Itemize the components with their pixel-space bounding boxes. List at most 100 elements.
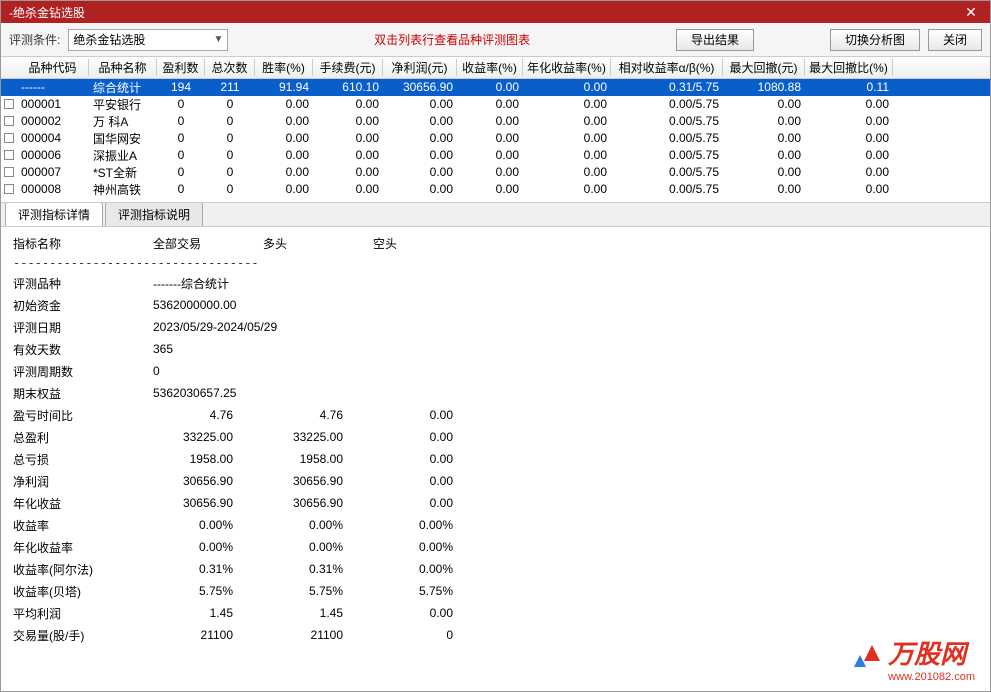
cell-maxddr: 0.00 xyxy=(805,131,893,145)
table-row[interactable]: 000001平安银行000.000.000.000.000.000.00/5.7… xyxy=(1,96,990,113)
dr-v3: 0.00% xyxy=(373,562,483,576)
cell-maxddr: 0.00 xyxy=(805,165,893,179)
dr-v1: 0.00% xyxy=(153,540,263,554)
table-body[interactable]: ------综合统计19421191.94610.1030656.900.000… xyxy=(1,79,990,203)
row-checkbox[interactable] xyxy=(1,99,17,109)
detail-row: 评测周期数0 xyxy=(13,360,978,382)
cell-maxddr: 0.11 xyxy=(805,80,893,94)
th-yield[interactable]: 收益率(%) xyxy=(457,59,523,76)
switch-chart-button[interactable]: 切换分析图 xyxy=(830,29,920,51)
window-close-button[interactable]: ✕ xyxy=(956,3,986,21)
th-maxdd[interactable]: 最大回撤(元) xyxy=(723,59,805,76)
tab-explain[interactable]: 评测指标说明 xyxy=(105,202,203,226)
detail-row: 期末权益5362030657.25 xyxy=(13,382,978,404)
table-row[interactable]: 000007*ST全新000.000.000.000.000.000.00/5.… xyxy=(1,164,990,181)
detail-row: 收益率(阿尔法)0.31%0.31%0.00% xyxy=(13,558,978,580)
detail-row: 有效天数365 xyxy=(13,338,978,360)
logo-arrows-icon xyxy=(852,643,884,675)
dr-v3: 0.00 xyxy=(373,452,483,466)
detail-row: 总盈利33225.0033225.000.00 xyxy=(13,426,978,448)
cell-profit: 30656.90 xyxy=(383,80,457,94)
export-button[interactable]: 导出结果 xyxy=(676,29,754,51)
th-ab[interactable]: 相对收益率α/β(%) xyxy=(611,59,723,76)
cell-profit: 0.00 xyxy=(383,97,457,111)
dr-label: 有效天数 xyxy=(13,341,153,358)
hint-text: 双击列表行查看品种评测图表 xyxy=(374,31,530,48)
th-code[interactable]: 品种代码 xyxy=(17,59,89,76)
cell-fee: 610.10 xyxy=(313,80,383,94)
cell-total: 211 xyxy=(205,80,255,94)
cell-code: 000002 xyxy=(17,114,89,128)
row-checkbox[interactable] xyxy=(1,116,17,126)
cell-ab: 0.00/5.75 xyxy=(611,148,723,162)
dr-value: 5362030657.25 xyxy=(153,386,373,400)
dr-label: 评测品种 xyxy=(13,275,153,292)
row-checkbox[interactable] xyxy=(1,167,17,177)
dr-label: 收益率 xyxy=(13,517,153,534)
cell-rate: 0.00 xyxy=(255,165,313,179)
th-maxddr[interactable]: 最大回撤比(%) xyxy=(805,59,893,76)
th-win[interactable]: 盈利数 xyxy=(157,59,205,76)
close-button[interactable]: 关闭 xyxy=(928,29,982,51)
dr-v2: 0.00% xyxy=(263,518,373,532)
row-checkbox[interactable] xyxy=(1,150,17,160)
table-row[interactable]: 000008神州高铁000.000.000.000.000.000.00/5.7… xyxy=(1,181,990,198)
cell-maxdd: 0.00 xyxy=(723,97,805,111)
close-icon: ✕ xyxy=(965,4,977,21)
th-rate[interactable]: 胜率(%) xyxy=(255,59,313,76)
cell-rate: 91.94 xyxy=(255,80,313,94)
cell-name: 神州高铁 xyxy=(89,181,157,198)
dr-label: 评测日期 xyxy=(13,319,153,336)
cell-maxddr: 0.00 xyxy=(805,182,893,196)
th-fee[interactable]: 手续费(元) xyxy=(313,59,383,76)
table-header-row: 品种代码 品种名称 盈利数 总次数 胜率(%) 手续费(元) 净利润(元) 收益… xyxy=(1,57,990,79)
table-row[interactable]: ------综合统计19421191.94610.1030656.900.000… xyxy=(1,79,990,96)
th-profit[interactable]: 净利润(元) xyxy=(383,59,457,76)
cell-ayield: 0.00 xyxy=(523,114,611,128)
dr-label: 平均利润 xyxy=(13,605,153,622)
cell-rate: 0.00 xyxy=(255,182,313,196)
detail-tabs: 评测指标详情 评测指标说明 xyxy=(1,203,990,227)
detail-row: 初始资金5362000000.00 xyxy=(13,294,978,316)
cell-total: 0 xyxy=(205,182,255,196)
row-checkbox[interactable] xyxy=(1,184,17,194)
table-row[interactable]: 000006深振业A000.000.000.000.000.000.00/5.7… xyxy=(1,147,990,164)
cell-code: 000001 xyxy=(17,97,89,111)
dr-label: 交易量(股/手) xyxy=(13,627,153,644)
table-row[interactable]: 000004国华网安000.000.000.000.000.000.00/5.7… xyxy=(1,130,990,147)
cell-win: 0 xyxy=(157,114,205,128)
cell-code: 000008 xyxy=(17,182,89,196)
dr-v3: 0.00% xyxy=(373,518,483,532)
details-panel[interactable]: 指标名称 全部交易 多头 空头 ------------------------… xyxy=(1,227,990,691)
th-ayield[interactable]: 年化收益率(%) xyxy=(523,59,611,76)
cell-name: 深振业A xyxy=(89,147,157,164)
table-row[interactable]: 000002万 科A000.000.000.000.000.000.00/5.7… xyxy=(1,113,990,130)
dr-v3: 0.00 xyxy=(373,496,483,510)
cell-maxdd: 0.00 xyxy=(723,148,805,162)
cell-total: 0 xyxy=(205,131,255,145)
cell-fee: 0.00 xyxy=(313,182,383,196)
cell-profit: 0.00 xyxy=(383,182,457,196)
dh-long: 多头 xyxy=(263,235,373,252)
th-total[interactable]: 总次数 xyxy=(205,59,255,76)
cell-maxdd: 0.00 xyxy=(723,114,805,128)
dr-v2: 33225.00 xyxy=(263,430,373,444)
cell-win: 0 xyxy=(157,182,205,196)
cell-ab: 0.00/5.75 xyxy=(611,114,723,128)
tab-detail[interactable]: 评测指标详情 xyxy=(5,202,103,226)
cell-win: 0 xyxy=(157,148,205,162)
dr-v1: 5.75% xyxy=(153,584,263,598)
th-name[interactable]: 品种名称 xyxy=(89,59,157,76)
cell-ayield: 0.00 xyxy=(523,182,611,196)
dr-label: 盈亏时间比 xyxy=(13,407,153,424)
dr-v1: 30656.90 xyxy=(153,496,263,510)
dr-v3: 0.00 xyxy=(373,606,483,620)
cell-fee: 0.00 xyxy=(313,114,383,128)
condition-dropdown[interactable]: 绝杀金钻选股 ▼ xyxy=(68,29,228,51)
cell-fee: 0.00 xyxy=(313,97,383,111)
dr-v1: 0.00% xyxy=(153,518,263,532)
cell-total: 0 xyxy=(205,165,255,179)
dr-v2: 4.76 xyxy=(263,408,373,422)
dr-label: 收益率(贝塔) xyxy=(13,583,153,600)
row-checkbox[interactable] xyxy=(1,133,17,143)
